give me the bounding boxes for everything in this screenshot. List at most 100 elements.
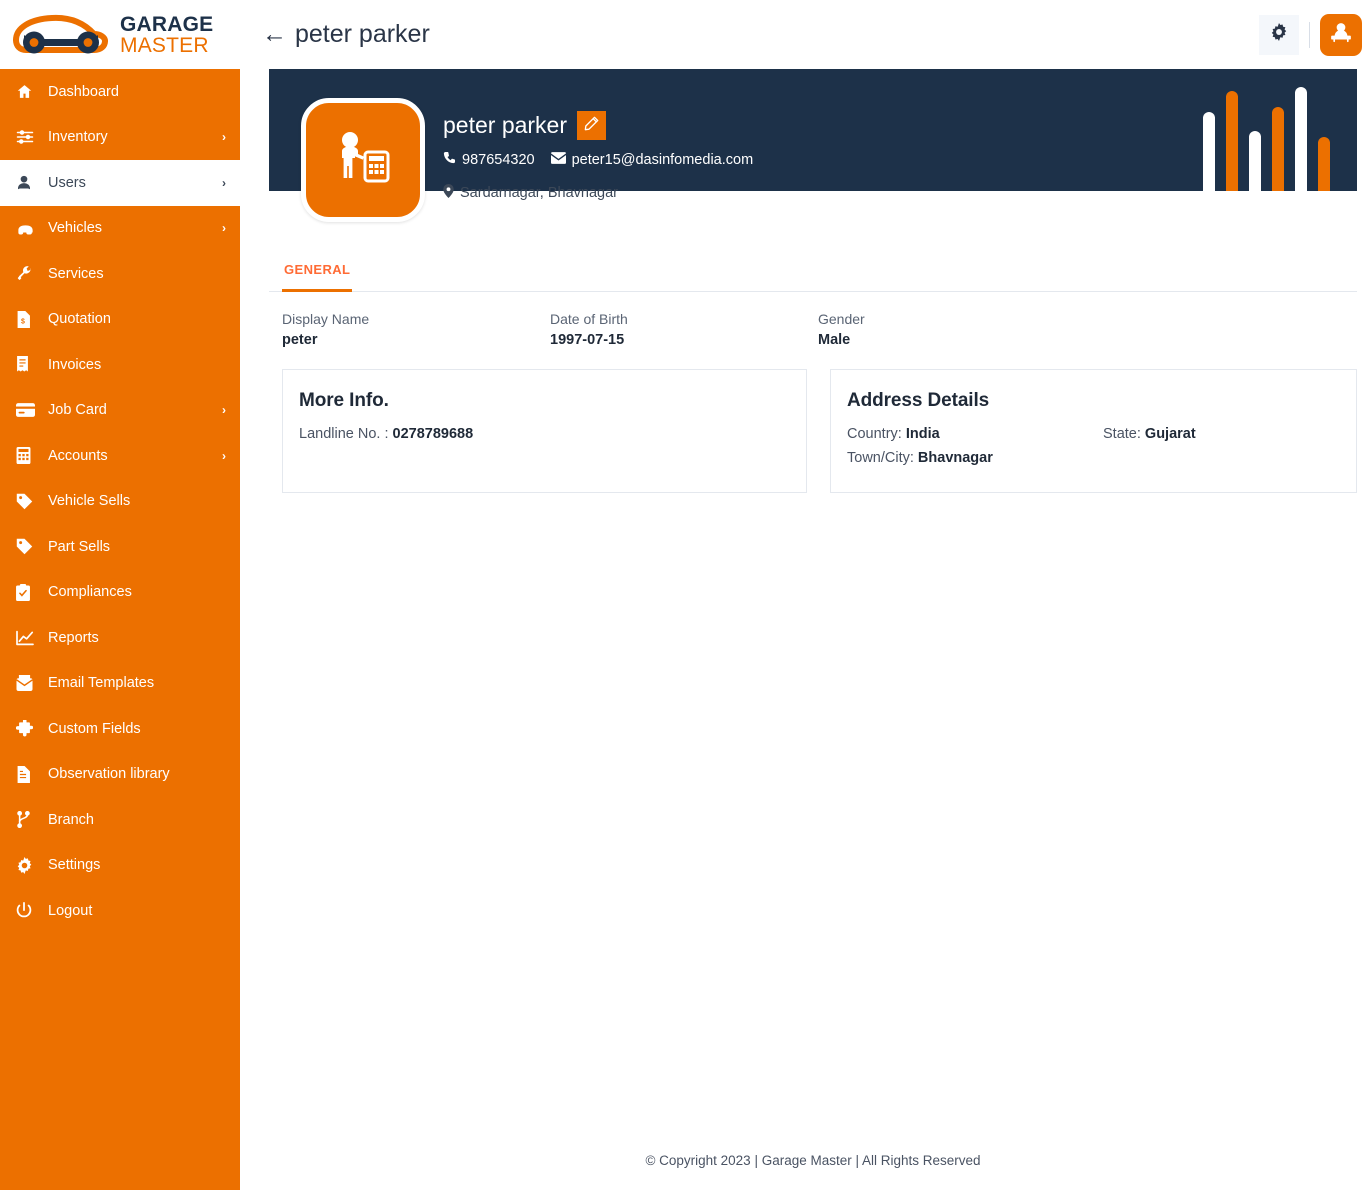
profile-details: peter parker 98 xyxy=(425,98,753,202)
field-label: Display Name xyxy=(282,311,550,327)
gear-icon xyxy=(1270,23,1288,46)
sidebar-item-custom-fields[interactable]: Custom Fields xyxy=(0,706,240,752)
sidebar-item-part-sells[interactable]: Part Sells xyxy=(0,524,240,570)
sidebar-item-observation-library[interactable]: Observation library xyxy=(0,752,240,798)
sidebar-item-label: Observation library xyxy=(48,766,220,782)
invoice-icon xyxy=(16,356,38,374)
sliders-icon xyxy=(16,128,38,146)
address-row-1: Country: India State: Gujarat xyxy=(847,426,1340,442)
landline-row: Landline No. : 0278789688 xyxy=(299,426,790,442)
card-title: Address Details xyxy=(847,390,1340,412)
sidebar-item-quotation[interactable]: $ Quotation xyxy=(0,297,240,343)
sidebar-item-label: Vehicle Sells xyxy=(48,493,220,509)
tag-icon xyxy=(16,538,38,556)
wrench-icon xyxy=(16,265,38,283)
brand-logo[interactable]: GARAGE MASTER xyxy=(0,0,240,69)
sidebar-item-label: Quotation xyxy=(48,311,220,327)
brand-line-1: GARAGE xyxy=(120,14,213,35)
country-value: India xyxy=(906,426,940,442)
sidebar-item-vehicles[interactable]: Vehicles › xyxy=(0,206,240,252)
sidebar-item-label: Reports xyxy=(48,630,220,646)
sidebar-item-label: Custom Fields xyxy=(48,721,220,737)
state-label: State: xyxy=(1103,426,1141,442)
sidebar-item-dashboard[interactable]: Dashboard xyxy=(0,69,240,115)
field-label: Gender xyxy=(818,311,865,327)
back-arrow-icon[interactable]: ← xyxy=(262,22,287,47)
sidebar-item-label: Email Templates xyxy=(48,675,220,691)
sidebar-item-job-card[interactable]: Job Card › xyxy=(0,388,240,434)
user-avatar-button[interactable] xyxy=(1320,14,1362,56)
car-icon xyxy=(16,219,38,237)
sidebar-item-label: Settings xyxy=(48,857,220,873)
chevron-right-icon: › xyxy=(222,450,226,462)
chevron-right-icon: › xyxy=(222,131,226,143)
landline-value: 0278789688 xyxy=(393,426,474,442)
sidebar-item-compliances[interactable]: Compliances xyxy=(0,570,240,616)
profile-email: peter15@dasinfomedia.com xyxy=(572,152,754,168)
sidebar-item-inventory[interactable]: Inventory › xyxy=(0,115,240,161)
topbar: ← peter parker xyxy=(240,0,1366,69)
profile-name-line: peter parker xyxy=(443,111,753,140)
profile-phone: 987654320 xyxy=(462,152,535,168)
field-date-of-birth: Date of Birth 1997-07-15 xyxy=(550,311,818,348)
sidebar-item-vehicle-sells[interactable]: Vehicle Sells xyxy=(0,479,240,525)
sidebar-item-label: Users xyxy=(48,175,216,191)
document-icon xyxy=(16,765,38,783)
sidebar-item-branch[interactable]: Branch xyxy=(0,797,240,843)
card-body: Landline No. : 0278789688 xyxy=(299,426,790,442)
card-icon xyxy=(16,401,38,419)
chart-line-icon xyxy=(16,629,38,647)
sidebar-item-logout[interactable]: Logout xyxy=(0,888,240,934)
sidebar-item-label: Job Card xyxy=(48,402,216,418)
settings-button[interactable] xyxy=(1259,15,1299,55)
svg-text:$: $ xyxy=(21,318,25,325)
sidebar-item-label: Accounts xyxy=(48,448,216,464)
brand-wordmark: GARAGE MASTER xyxy=(120,14,213,56)
field-value: Male xyxy=(818,332,865,348)
sidebar-item-users[interactable]: Users › xyxy=(0,160,240,206)
field-value: 1997-07-15 xyxy=(550,332,818,348)
profile-avatar xyxy=(301,98,425,222)
sidebar-item-invoices[interactable]: Invoices xyxy=(0,342,240,388)
mail-open-icon xyxy=(16,674,38,692)
copyright-text: © Copyright 2023 | Garage Master | All R… xyxy=(645,1153,980,1168)
envelope-icon xyxy=(551,152,566,168)
branch-icon xyxy=(16,811,38,829)
sidebar-item-label: Invoices xyxy=(48,357,220,373)
home-icon xyxy=(16,83,38,101)
sidebar-item-label: Dashboard xyxy=(48,84,220,100)
sidebar-item-label: Compliances xyxy=(48,584,220,600)
power-icon xyxy=(16,902,38,920)
profile-contact: 987654320 peter15@dasinfomedia.com xyxy=(443,151,753,168)
sidebar-item-reports[interactable]: Reports xyxy=(0,615,240,661)
car-wrench-logo-icon xyxy=(8,10,114,60)
app-root: GARAGE MASTER Dashboard Inventory › xyxy=(0,0,1366,1190)
main-area: ← peter parker xyxy=(240,0,1366,1190)
sidebar-item-settings[interactable]: Settings xyxy=(0,843,240,889)
state-row: State: Gujarat xyxy=(1103,426,1196,442)
topbar-divider xyxy=(1309,22,1310,48)
sidebar-item-email-templates[interactable]: Email Templates xyxy=(0,661,240,707)
clipboard-check-icon xyxy=(16,583,38,601)
footer: © Copyright 2023 | Garage Master | All R… xyxy=(240,1137,1366,1190)
profile-location: Sardarnagar, Bhavnagar xyxy=(443,184,753,202)
field-display-name: Display Name peter xyxy=(282,311,550,348)
sidebar-item-services[interactable]: Services xyxy=(0,251,240,297)
field-value: peter xyxy=(282,332,550,348)
card-title: More Info. xyxy=(299,390,790,412)
phone-icon xyxy=(443,151,456,168)
user-icon xyxy=(16,174,38,192)
profile-location-text: Sardarnagar, Bhavnagar xyxy=(460,185,618,201)
country-row: Country: India xyxy=(847,426,1103,442)
edit-profile-button[interactable] xyxy=(577,111,606,140)
sidebar-item-label: Part Sells xyxy=(48,539,220,555)
state-value: Gujarat xyxy=(1145,426,1196,442)
sidebar-item-accounts[interactable]: Accounts › xyxy=(0,433,240,479)
tab-general[interactable]: GENERAL xyxy=(282,252,352,292)
chevron-right-icon: › xyxy=(222,222,226,234)
page-title-text: peter parker xyxy=(295,20,430,49)
gear-icon xyxy=(16,856,38,874)
town-value: Bhavnagar xyxy=(918,450,993,466)
field-label: Date of Birth xyxy=(550,311,818,327)
tag-icon xyxy=(16,492,38,510)
